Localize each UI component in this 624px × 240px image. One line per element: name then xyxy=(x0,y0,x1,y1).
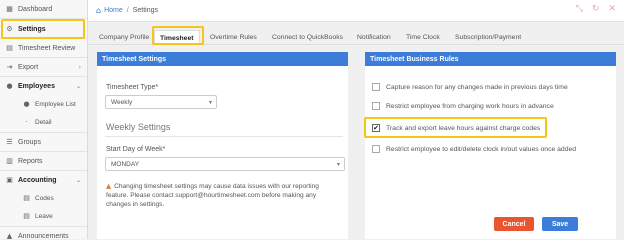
sidebar-item-label: Employees xyxy=(18,82,55,90)
start-day-select[interactable]: MONDAY ▾ xyxy=(105,157,345,171)
sidebar-item-label: Announcements xyxy=(18,232,69,240)
accounting-icon: ▣ xyxy=(6,176,13,184)
sidebar-item-label: Timesheet Review xyxy=(18,44,76,52)
tab-connect-quickbooks[interactable]: Connect to QuickBooks xyxy=(272,30,343,45)
rule-label: Capture reason for any changes made in p… xyxy=(386,83,568,91)
sidebar-item-announcements[interactable]: ▲ Announcements xyxy=(0,227,87,240)
sidebar-item-codes[interactable]: ▤ Codes xyxy=(0,189,87,207)
rule-label: Restrict employee to edit/delete clock i… xyxy=(386,145,577,153)
reports-icon: ▥ xyxy=(6,157,13,165)
sidebar-item-label: Detail xyxy=(35,118,52,126)
panel-title: Timesheet Settings xyxy=(97,52,348,66)
sidebar-item-label: Reports xyxy=(18,157,43,165)
tab-timesheet[interactable]: Timesheet xyxy=(154,30,200,45)
tab-time-clock[interactable]: Time Clock xyxy=(406,30,440,45)
sidebar-item-label: Accounting xyxy=(18,176,57,184)
chevron-down-icon: ▾ xyxy=(336,160,340,168)
checkbox-checked[interactable]: ✔ xyxy=(372,124,380,132)
refresh-icon[interactable]: ↻ xyxy=(592,4,600,14)
sidebar-item-detail[interactable]: · Detail xyxy=(0,113,87,131)
sidebar-item-label: Export xyxy=(18,63,39,71)
start-day-label: Start Day of Week* xyxy=(106,146,166,153)
chevron-right-icon: › xyxy=(78,63,81,71)
save-button[interactable]: Save xyxy=(542,217,578,231)
checkbox[interactable] xyxy=(372,102,380,110)
sidebar-item-reports[interactable]: ▥ Reports xyxy=(0,152,87,170)
warning-message: ▲ Changing timesheet settings may cause d… xyxy=(106,182,342,209)
timesheet-type-select[interactable]: Weekly ▾ xyxy=(105,95,217,109)
rule-label: Track and export leave hours against cha… xyxy=(386,124,541,132)
sidebar-item-employees[interactable]: ● Employees ⌄ xyxy=(0,77,87,95)
user-icon: ● xyxy=(6,82,13,90)
chevron-down-icon: ⌄ xyxy=(75,176,81,184)
sidebar-item-employee-list[interactable]: ● Employee List xyxy=(0,95,87,113)
select-value: MONDAY xyxy=(111,160,140,168)
sidebar-item-dashboard[interactable]: ▦ Dashboard xyxy=(0,0,87,18)
home-icon[interactable]: ⌂ xyxy=(96,6,101,15)
sidebar-item-label: Dashboard xyxy=(18,5,53,13)
dashboard-icon: ▦ xyxy=(6,5,13,13)
rule-restrict-edit-clock[interactable]: Restrict employee to edit/delete clock i… xyxy=(372,145,576,153)
export-icon: ⇥ xyxy=(6,63,13,71)
warning-text: Changing timesheet settings may cause da… xyxy=(106,183,319,208)
gear-icon: ⚙ xyxy=(6,25,13,33)
tab-notification[interactable]: Notification xyxy=(357,30,391,45)
checkbox[interactable] xyxy=(372,83,380,91)
weekly-settings-title: Weekly Settings xyxy=(106,122,171,132)
checkbox[interactable] xyxy=(372,145,380,153)
sidebar-item-settings[interactable]: ⚙ Settings xyxy=(0,20,87,38)
sidebar-item-label: Leave xyxy=(35,212,53,220)
rule-track-leave[interactable]: ✔ Track and export leave hours against c… xyxy=(372,124,540,132)
chevron-down-icon: ⌄ xyxy=(75,82,81,90)
breadcrumb-separator: / xyxy=(126,7,129,14)
timesheet-type-label: Timesheet Type* xyxy=(106,84,159,91)
sidebar-item-groups[interactable]: ☰ Groups xyxy=(0,133,87,151)
collapse-icon[interactable]: ⤡ xyxy=(576,4,583,14)
leave-icon: ▤ xyxy=(23,212,30,220)
settings-tabs: Company Profile Timesheet Overtime Rules… xyxy=(88,27,624,45)
sidebar-item-timesheet-review[interactable]: ▤ Timesheet Review xyxy=(0,39,87,57)
sidebar-item-label: Groups xyxy=(18,138,41,146)
panel-title: Timesheet Business Rules xyxy=(365,52,616,66)
window-controls: ⤡ ↻ ✕ xyxy=(576,4,616,14)
sidebar-item-label: Codes xyxy=(35,194,54,202)
divider xyxy=(0,18,87,19)
breadcrumb: ⌂ Home / Settings ⤡ ↻ ✕ xyxy=(88,0,624,22)
tab-company-profile[interactable]: Company Profile xyxy=(99,30,149,45)
person-icon: ● xyxy=(23,100,30,108)
select-value: Weekly xyxy=(111,98,133,106)
cancel-button[interactable]: Cancel xyxy=(494,217,534,231)
sidebar-item-export[interactable]: ⇥ Export › xyxy=(0,58,87,76)
rule-restrict-advance[interactable]: Restrict employee from charging work hou… xyxy=(372,102,554,110)
timesheet-icon: ▤ xyxy=(6,44,13,52)
sidebar-item-label: Settings xyxy=(18,25,46,33)
sidebar-item-label: Employee List xyxy=(35,100,76,108)
warning-icon: ▲ xyxy=(106,182,112,190)
rule-capture-reason[interactable]: Capture reason for any changes made in p… xyxy=(372,83,568,91)
close-icon[interactable]: ✕ xyxy=(608,4,616,14)
breadcrumb-home[interactable]: Home xyxy=(104,7,123,14)
rule-label: Restrict employee from charging work hou… xyxy=(386,102,554,110)
tab-subscription-payment[interactable]: Subscription/Payment xyxy=(455,30,521,45)
codes-icon: ▤ xyxy=(23,194,30,202)
dot-icon: · xyxy=(25,118,28,126)
groups-icon: ☰ xyxy=(6,138,13,146)
sidebar-item-leave[interactable]: ▤ Leave xyxy=(0,207,87,225)
sidebar-item-accounting[interactable]: ▣ Accounting ⌄ xyxy=(0,171,87,189)
tab-overtime-rules[interactable]: Overtime Rules xyxy=(210,30,257,45)
sidebar: ▦ Dashboard ⚙ Settings ▤ Timesheet Revie… xyxy=(0,0,88,240)
divider xyxy=(105,136,343,137)
breadcrumb-current: Settings xyxy=(132,7,159,14)
announcements-icon: ▲ xyxy=(6,232,13,240)
chevron-down-icon: ▾ xyxy=(208,98,212,106)
